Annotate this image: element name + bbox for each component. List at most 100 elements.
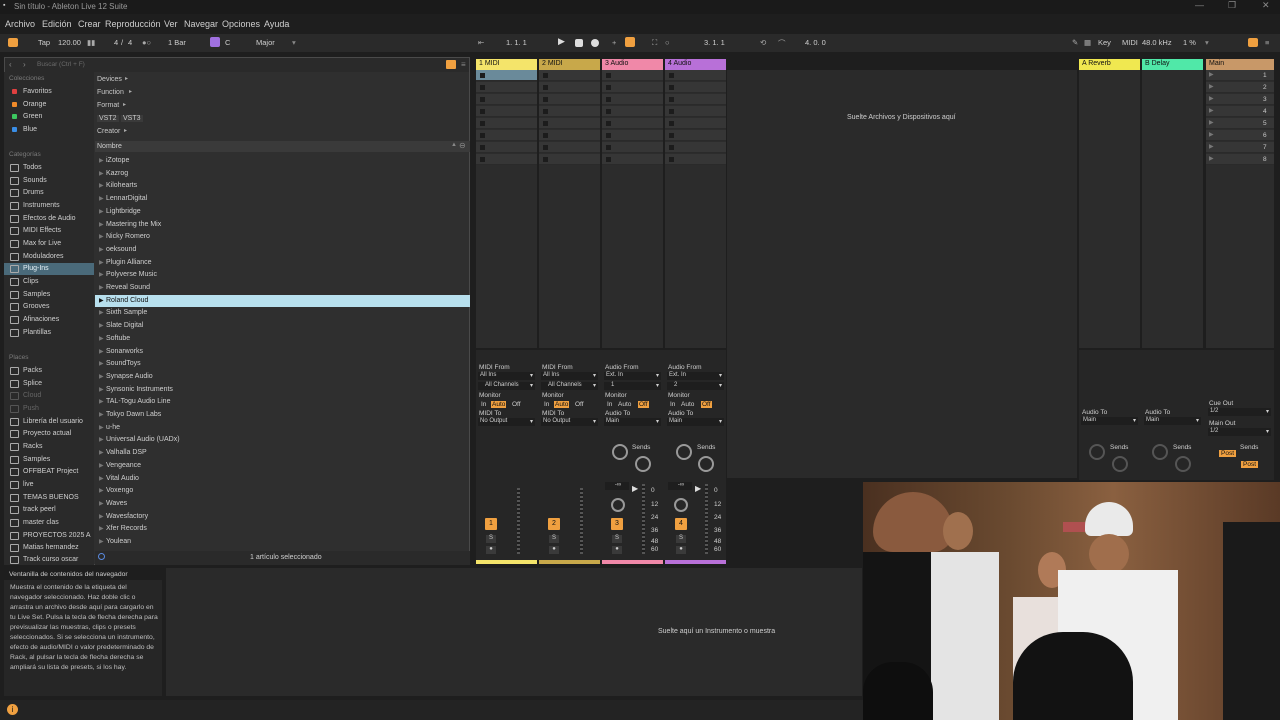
overdub-icon[interactable]: +	[612, 38, 616, 47]
volume-field[interactable]: -∞	[605, 482, 629, 490]
browser-list-item[interactable]: ▶ Valhalla DSP	[95, 447, 470, 459]
clip-slot[interactable]	[539, 106, 600, 117]
send-a-knob[interactable]	[1152, 444, 1168, 460]
browser-list-item[interactable]: ▶ Kazrog	[95, 168, 470, 180]
menu-edicion[interactable]: Edición	[42, 19, 72, 29]
chevron-down-icon[interactable]: ▾	[292, 38, 296, 47]
expand-icon[interactable]: ▶	[99, 259, 104, 266]
expand-icon[interactable]: ▶	[99, 271, 104, 278]
place-current-project[interactable]: Proyecto actual	[4, 428, 94, 440]
track-activator-button[interactable]: 4	[675, 518, 687, 530]
capture-icon[interactable]: ○	[665, 38, 670, 47]
browser-list-item[interactable]: ▶ oeksound	[95, 244, 470, 256]
expand-icon[interactable]: ▶	[99, 373, 104, 380]
expand-icon[interactable]: ▶	[99, 208, 104, 215]
category-clips[interactable]: Clips	[4, 276, 94, 288]
scene-2[interactable]: ▶ 2	[1206, 82, 1274, 93]
post-button-b[interactable]: Post	[1241, 461, 1259, 468]
expand-icon[interactable]: ▶	[99, 513, 104, 520]
place-user-library[interactable]: Librería del usuario	[4, 416, 94, 428]
clip-slot[interactable]	[539, 82, 600, 93]
scene-launch-icon[interactable]: ▶	[1209, 143, 1214, 150]
clip-slot[interactable]	[602, 70, 663, 81]
solo-button[interactable]: S	[486, 535, 496, 543]
filter-icon[interactable]	[446, 60, 456, 69]
midi-map-button[interactable]: MIDI	[1122, 38, 1138, 47]
clip-slot[interactable]	[539, 130, 600, 141]
clip-slot[interactable]	[539, 70, 600, 81]
expand-icon[interactable]: ▶	[99, 182, 104, 189]
input-type-select[interactable]: Ext. In ▾	[604, 372, 661, 380]
scene-7[interactable]: ▶ 7	[1206, 142, 1274, 153]
clip-slot[interactable]	[476, 118, 537, 129]
metronome-icon[interactable]: ●○	[142, 38, 151, 47]
track-activator-button[interactable]: 1	[485, 518, 497, 530]
clip-slot[interactable]	[665, 154, 726, 165]
forward-icon[interactable]: ›	[23, 60, 26, 69]
browser-list-item[interactable]: ▶ iZotope	[95, 155, 470, 167]
browser-list-item[interactable]: ▶ Slate Digital	[95, 320, 470, 332]
filter-devices[interactable]: Devices	[97, 76, 122, 83]
browser-list-item[interactable]: ▶ Roland Cloud	[95, 294, 470, 307]
scene-4[interactable]: ▶ 4	[1206, 106, 1274, 117]
scene-6[interactable]: ▶ 6	[1206, 130, 1274, 141]
expand-icon[interactable]: ▶	[99, 335, 104, 342]
track-activator-button[interactable]: 2	[548, 518, 560, 530]
clip-slot[interactable]	[602, 94, 663, 105]
volume-field[interactable]: -∞	[668, 482, 692, 490]
category-todos[interactable]: Todos	[4, 162, 94, 174]
back-icon[interactable]: ‹	[9, 60, 12, 69]
draw-mode-icon[interactable]: ✎	[1072, 38, 1078, 47]
expand-icon[interactable]: ▶	[99, 221, 104, 228]
input-channel-select[interactable]: 2 ▾	[667, 382, 724, 390]
scene-3[interactable]: ▶ 3	[1206, 94, 1274, 105]
expand-icon[interactable]: ▶	[99, 436, 104, 443]
category-sounds[interactable]: Sounds	[4, 175, 94, 187]
clip-slot[interactable]	[476, 142, 537, 153]
play-icon[interactable]: ▶	[558, 36, 565, 47]
browser-list-item[interactable]: ▶ Wavesfactory	[95, 511, 470, 523]
filter-function[interactable]: Function	[97, 89, 124, 96]
pan-icon[interactable]: ▶	[695, 484, 701, 493]
punch-icon[interactable]: ⌒	[778, 38, 786, 49]
monitor-off-button[interactable]: Off	[575, 401, 584, 408]
tag-vst3[interactable]: VST3	[121, 115, 143, 122]
arrangement-position[interactable]: 1. 1. 1	[506, 38, 527, 47]
monitor-auto-button[interactable]: Auto	[681, 401, 694, 408]
close-icon[interactable]: ✕	[1262, 0, 1270, 11]
category-plug-ins[interactable]: Plug-Ins	[4, 263, 94, 275]
clip-slot[interactable]	[476, 154, 537, 165]
scale-select[interactable]: Major	[256, 38, 275, 47]
pan-knob[interactable]	[611, 498, 625, 512]
preview-icon[interactable]	[98, 553, 105, 560]
clip-slot[interactable]	[602, 106, 663, 117]
collapse-icon[interactable]: ⊖	[459, 141, 466, 150]
output-select[interactable]: Main ▾	[604, 418, 661, 426]
input-channel-select[interactable]: All Channels ▾	[478, 382, 535, 390]
output-select[interactable]: No Output ▾	[541, 418, 598, 426]
monitor-auto-button[interactable]: Auto	[491, 401, 507, 408]
browser-list-item[interactable]: ▶ Sixth Sample	[95, 307, 470, 319]
chevron-down-icon[interactable]: ▾	[1205, 38, 1209, 47]
key-scale-icon[interactable]	[210, 37, 220, 47]
cue-out-select[interactable]: 1/2 ▾	[1208, 408, 1271, 416]
category-instruments[interactable]: Instruments	[4, 200, 94, 212]
place-matias-hernandez[interactable]: Matias hernandez	[4, 542, 94, 554]
expand-icon[interactable]: ▶	[99, 284, 104, 291]
expand-icon[interactable]: ▶	[99, 322, 104, 329]
browser-list-item[interactable]: ▶ u-he	[95, 422, 470, 434]
monitor-off-button[interactable]: Off	[512, 401, 521, 408]
filter-format[interactable]: Format	[97, 102, 119, 109]
place-track-curso-oscar[interactable]: Track curso oscar	[4, 554, 94, 565]
category-templates[interactable]: Plantillas	[4, 327, 94, 339]
browser-list-item[interactable]: ▶ LennarDigital	[95, 193, 470, 205]
place-packs[interactable]: Packs	[4, 365, 94, 377]
collection-favoritos[interactable]: Favoritos	[4, 86, 94, 98]
scene-8[interactable]: ▶ 8	[1206, 154, 1274, 165]
send-b-knob[interactable]	[1112, 456, 1128, 472]
sort-icon[interactable]: ▲	[451, 142, 457, 148]
scene-launch-icon[interactable]: ▶	[1209, 95, 1214, 102]
minimize-icon[interactable]: —	[1195, 0, 1204, 10]
scene-1[interactable]: ▶ 1	[1206, 70, 1274, 81]
browser-list-item[interactable]: ▶ Universal Audio (UADx)	[95, 434, 470, 446]
